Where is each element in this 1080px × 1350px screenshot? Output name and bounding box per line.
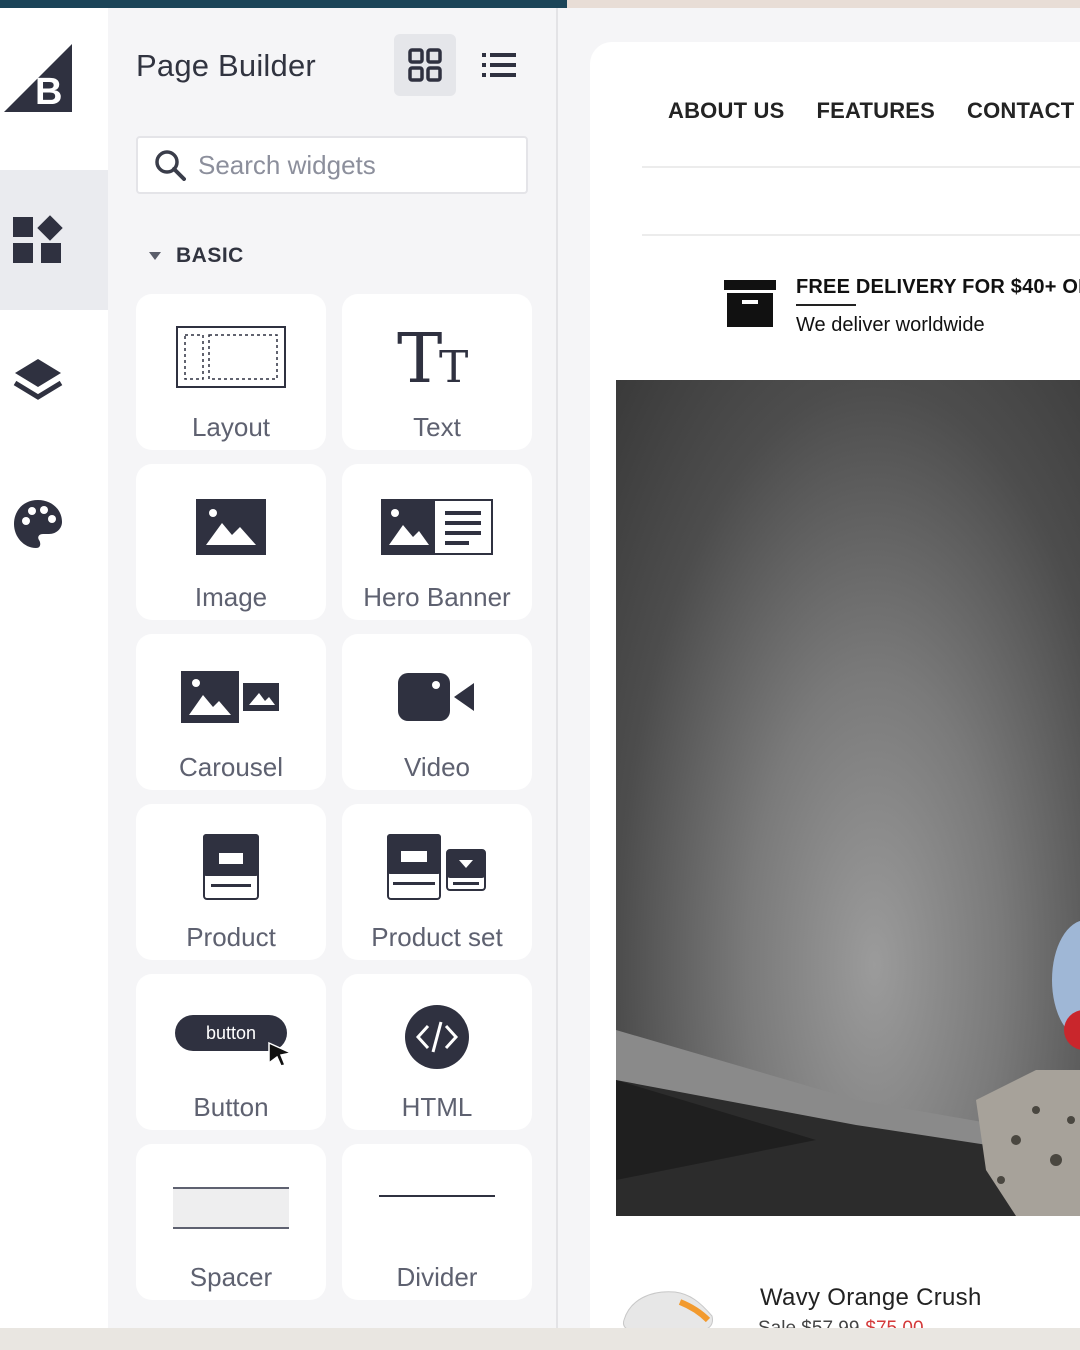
- layers-icon: [13, 359, 63, 400]
- store-preview: ABOUT US FEATURES CONTACT US FREE DELIVE…: [590, 42, 1080, 1328]
- widget-product-set[interactable]: Product set: [342, 804, 532, 960]
- widget-label: Hero Banner: [363, 582, 511, 612]
- search-input[interactable]: [196, 148, 520, 182]
- sale-price: Sale $57.99: [758, 1318, 859, 1328]
- divider-line: [642, 166, 1080, 168]
- video-icon: [398, 673, 474, 721]
- widget-carousel[interactable]: Carousel: [136, 634, 326, 790]
- widget-label: Spacer: [189, 1262, 273, 1292]
- divider-line: [642, 234, 1080, 236]
- text-icon: T T: [397, 322, 468, 392]
- widget-divider[interactable]: Divider: [342, 1144, 532, 1300]
- widgets-icon: [13, 215, 63, 263]
- hero-scene: [616, 920, 1080, 1216]
- svg-text:T: T: [397, 322, 442, 392]
- delivery-subtitle: We deliver worldwide: [796, 314, 985, 336]
- divider-icon: [379, 1195, 495, 1197]
- nav-features[interactable]: FEATURES: [817, 98, 936, 124]
- widget-image[interactable]: Image: [136, 464, 326, 620]
- left-rail: B: [0, 8, 108, 1328]
- rail-widgets-button[interactable]: [0, 170, 108, 310]
- widget-label: Product: [186, 922, 276, 952]
- widget-html[interactable]: HTML: [342, 974, 532, 1130]
- delivery-title: FREE DELIVERY FOR $40+ ORDERS: [796, 276, 1080, 298]
- hero-banner-icon: [381, 499, 493, 555]
- cursor-icon: [268, 1041, 293, 1067]
- layout-icon: [176, 326, 286, 388]
- widget-label: Carousel: [178, 752, 284, 782]
- search-box: [136, 136, 528, 194]
- list-icon: [482, 53, 516, 77]
- list-view-toggle[interactable]: [468, 34, 530, 96]
- widget-button[interactable]: button Button: [136, 974, 326, 1130]
- search-icon: [155, 150, 186, 181]
- carousel-icon: [181, 671, 279, 723]
- delivery-underline: [796, 304, 856, 306]
- svg-text:T: T: [439, 342, 468, 392]
- code-icon: [405, 1005, 469, 1069]
- widget-video[interactable]: Video: [342, 634, 532, 790]
- bigcommerce-logo[interactable]: B: [2, 42, 74, 114]
- palette-icon: [14, 500, 62, 548]
- grid-view-toggle[interactable]: [394, 34, 456, 96]
- hero-image[interactable]: [616, 380, 1080, 1216]
- widget-label: Video: [403, 752, 471, 782]
- widgets-panel: Page Builder Search widgets BASIC Layout…: [108, 8, 558, 1328]
- widget-label: Layout: [191, 412, 271, 442]
- original-price: $75.00: [865, 1318, 923, 1328]
- store-nav: ABOUT US FEATURES CONTACT US: [668, 98, 1080, 124]
- widget-label: Button: [193, 1092, 269, 1122]
- spacer-icon: [173, 1187, 289, 1229]
- caret-down-icon: [149, 252, 161, 260]
- product-set-icon: [387, 834, 486, 900]
- widget-label: Product set: [371, 922, 503, 952]
- widget-label: HTML: [401, 1092, 473, 1122]
- product-icon: [203, 834, 259, 900]
- widget-label: Text: [413, 412, 461, 442]
- nav-about-us[interactable]: ABOUT US: [668, 98, 785, 124]
- basic-section-header[interactable]: BASIC: [148, 244, 244, 268]
- product-thumbnail[interactable]: [620, 1280, 720, 1328]
- widget-product[interactable]: Product: [136, 804, 326, 960]
- nav-contact-us[interactable]: CONTACT US: [967, 98, 1080, 124]
- grid-icon: [408, 48, 442, 82]
- widget-label: Image: [194, 582, 268, 612]
- panel-title: Page Builder: [136, 48, 316, 83]
- top-bar-background: [567, 0, 1080, 8]
- top-progress-bar: [0, 0, 567, 8]
- widget-spacer[interactable]: Spacer: [136, 1144, 326, 1300]
- widget-label: Divider: [396, 1262, 478, 1292]
- archive-box-icon: [724, 280, 776, 327]
- page-builder-app: B Page Builder Search widgets BASIC Layo…: [0, 8, 1080, 1328]
- section-label: BASIC: [176, 244, 244, 267]
- widget-layout[interactable]: Layout: [136, 294, 326, 450]
- rail-layers-button[interactable]: [0, 312, 108, 452]
- product-price: Sale $57.99 $75.00: [758, 1318, 924, 1328]
- svg-text:B: B: [35, 71, 62, 113]
- widget-hero-banner[interactable]: Hero Banner: [342, 464, 532, 620]
- product-name[interactable]: Wavy Orange Crush: [760, 1284, 982, 1312]
- image-icon: [196, 499, 266, 555]
- rail-theme-button[interactable]: [0, 454, 108, 594]
- widget-text[interactable]: T T Text: [342, 294, 532, 450]
- button-icon: button: [169, 1009, 293, 1067]
